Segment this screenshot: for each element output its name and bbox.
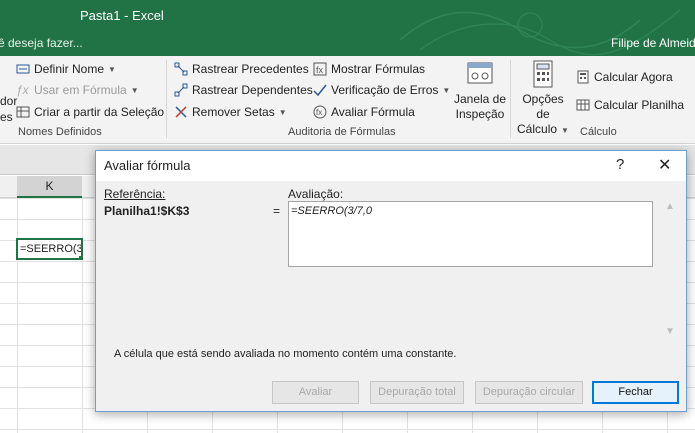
column-header-k[interactable]: K [17, 176, 82, 198]
calculator-icon [533, 60, 553, 88]
table-icon [16, 106, 30, 118]
svg-text:fx: fx [316, 65, 324, 75]
chevron-down-icon: ▼ [108, 64, 116, 74]
show-formulas-label: Mostrar Fórmulas [331, 62, 426, 76]
trace-precedents-icon [174, 62, 188, 76]
define-name-label: Definir Nome [34, 62, 105, 76]
chevron-down-icon: ▼ [561, 126, 569, 135]
calculation-options-label-2: Cálculo [517, 122, 558, 136]
evaluation-box[interactable]: =SEERRO(3/7,0 [288, 201, 653, 267]
user-name[interactable]: Filipe de Almeida [611, 36, 695, 50]
calculate-now-button[interactable]: Calcular Agora [576, 68, 673, 86]
close-icon[interactable]: ✕ [658, 155, 671, 175]
svg-text:fx: fx [316, 108, 322, 117]
title-bar: Pasta1 - Excel ê deseja fazer... Filipe … [0, 0, 695, 56]
chevron-down-icon: ▼ [442, 85, 451, 95]
evaluation-label: Avaliação: [288, 187, 344, 201]
reference-label: Referência: [104, 187, 166, 201]
evaluate-formula-dialog: Avaliar fórmula ? ✕ Referência: Planilha… [95, 150, 687, 412]
window-title: Pasta1 - Excel [80, 8, 164, 23]
name-tag-icon [16, 64, 30, 74]
step-in-button[interactable]: Depuração total [370, 381, 464, 404]
partial-label-2: es [0, 110, 13, 124]
watch-window-button[interactable]: Janela de Inspeção [452, 60, 508, 122]
dialog-title: Avaliar fórmula [104, 158, 191, 173]
calculate-now-icon [577, 70, 589, 84]
evaluate-button[interactable]: Avaliar [272, 381, 359, 404]
trace-precedents-button[interactable]: Rastrear Precedentes [174, 60, 309, 78]
ribbon-separator [510, 60, 511, 138]
function-icon: ƒx [16, 83, 29, 97]
create-from-selection-button[interactable]: Criar a partir da Seleção [16, 103, 164, 121]
ribbon-separator [166, 60, 167, 138]
step-out-button[interactable]: Depuração circular [475, 381, 583, 404]
calculation-options-button[interactable]: Opções de Cálculo ▼ [514, 60, 572, 138]
close-button[interactable]: Fechar [592, 381, 679, 404]
show-formulas-icon: fx [313, 62, 327, 76]
calculation-options-label-1: Opções de [522, 92, 564, 121]
chevron-down-icon: ▼ [130, 85, 139, 95]
calculate-sheet-label: Calcular Planilha [594, 98, 685, 112]
group-label-auditing: Auditoria de Fórmulas [288, 126, 396, 138]
trace-dependents-icon [174, 83, 188, 97]
group-label-names: Nomes Definidos [18, 126, 102, 138]
watch-window-icon [467, 62, 493, 84]
define-name-button[interactable]: Definir Nome ▼ [16, 60, 116, 78]
trace-dependents-button[interactable]: Rastrear Dependentes [174, 81, 313, 99]
group-label-calculation: Cálculo [580, 126, 617, 138]
tell-me-search[interactable]: ê deseja fazer... [0, 36, 83, 50]
show-formulas-button[interactable]: fx Mostrar Fórmulas [313, 60, 425, 78]
calculate-sheet-icon [576, 99, 590, 111]
remove-arrows-button[interactable]: Remover Setas ▼ [174, 103, 287, 121]
error-checking-label: Verificação de Erros [331, 83, 439, 97]
scroll-up-icon[interactable]: ▲ [665, 201, 675, 212]
watch-window-label-1: Janela de [453, 92, 507, 106]
trace-dependents-label: Rastrear Dependentes [192, 83, 313, 97]
calculate-now-label: Calcular Agora [594, 70, 673, 84]
scroll-down-icon[interactable]: ▼ [665, 326, 675, 337]
help-button[interactable]: ? [616, 156, 624, 173]
active-cell-k3[interactable]: =SEERRO(3/7,0 [16, 238, 83, 260]
calculate-sheet-button[interactable]: Calcular Planilha [576, 96, 684, 114]
status-message: A célula que está sendo avaliada no mome… [114, 348, 457, 360]
error-checking-button[interactable]: Verificação de Erros ▼ [313, 81, 450, 99]
ribbon: dor es Definir Nome ▼ ƒx Usar em Fórmula ▼… [0, 56, 695, 144]
use-in-formula-label: Usar em Fórmula [34, 83, 127, 97]
reference-value: Planilha1!$K$3 [104, 204, 190, 218]
watch-window-label-2: Inspeção [455, 107, 505, 121]
remove-arrows-icon [175, 106, 187, 118]
evaluate-formula-button[interactable]: fx Avaliar Fórmula [313, 103, 415, 121]
dialog-title-bar: Avaliar fórmula ? ✕ [96, 151, 686, 181]
equals-sign: = [273, 204, 281, 218]
chevron-down-icon: ▼ [278, 107, 287, 117]
trace-precedents-label: Rastrear Precedentes [192, 62, 309, 76]
evaluate-formula-icon: fx [313, 105, 327, 119]
error-checking-icon [313, 84, 327, 97]
use-in-formula-button[interactable]: ƒx Usar em Fórmula ▼ [16, 81, 139, 99]
create-from-selection-label: Criar a partir da Seleção [34, 105, 165, 119]
remove-arrows-label: Remover Setas [192, 105, 275, 119]
evaluation-scrollbar[interactable]: ▲ ▼ [662, 201, 678, 337]
evaluate-formula-label: Avaliar Fórmula [331, 105, 415, 119]
